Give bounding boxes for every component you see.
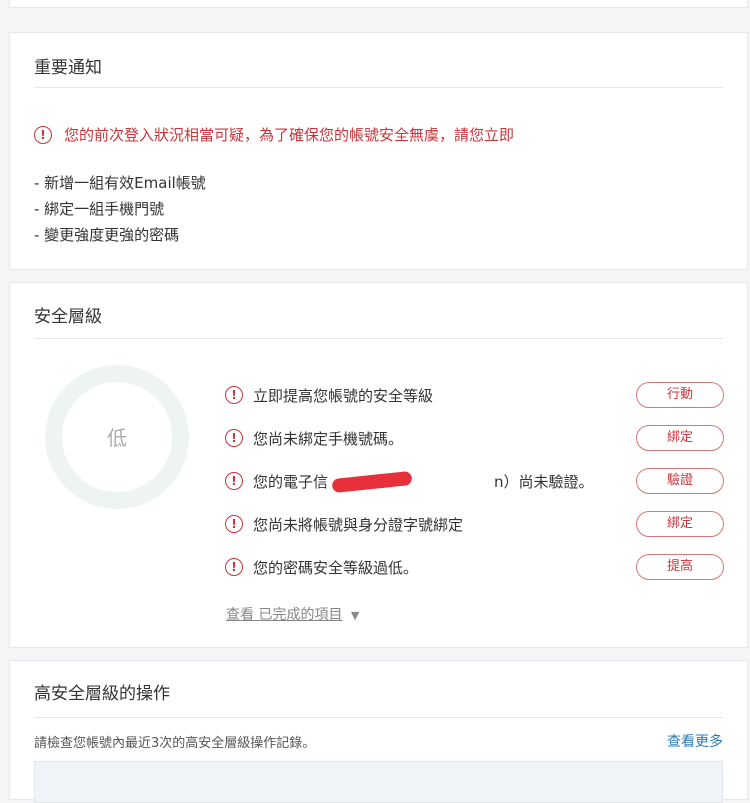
email-text-suffix: n）尚未驗證。	[494, 472, 594, 491]
high-ops-card: 高安全層級的操作 請檢查您帳號內最近3次的高安全層級操作記錄。 查看更多	[9, 660, 748, 803]
warning-icon: !	[225, 386, 243, 404]
notice-item: - 綁定一組手機門號	[34, 200, 165, 218]
security-row: ! 您尚未將帳號與身分證字號綁定	[225, 511, 463, 537]
improve-password-button[interactable]: 提高	[636, 554, 724, 580]
notice-divider	[34, 87, 723, 88]
security-row-text: 您尚未將帳號與身分證字號綁定	[253, 515, 464, 534]
redacted-email-mark	[331, 470, 413, 494]
chevron-down-icon: ▼	[350, 609, 360, 622]
notice-title: 重要通知	[34, 58, 102, 78]
notice-item: - 新增一組有效Email帳號	[34, 174, 206, 192]
notice-item: - 變更強度更強的密碼	[34, 226, 180, 244]
email-text-prefix: 您的電子信	[253, 472, 329, 491]
action-button[interactable]: 行動	[636, 382, 724, 408]
security-row: ! 您的密碼安全等級過低。	[225, 554, 418, 580]
table-header	[34, 761, 723, 803]
security-row-text: 您的密碼安全等級過低。	[253, 558, 419, 577]
high-ops-divider	[34, 717, 723, 718]
bind-phone-button[interactable]: 綁定	[636, 425, 724, 451]
security-divider	[34, 338, 723, 339]
security-level-ring: 低	[45, 365, 189, 509]
notice-card: 重要通知 ! 您的前次登入狀況相當可疑，為了確保您的帳號安全無虞，請您立即 - …	[9, 32, 748, 270]
warning-icon: !	[225, 429, 243, 447]
security-row-text: 立即提高您帳號的安全等級	[253, 386, 434, 405]
warning-icon: !	[225, 472, 243, 490]
security-title: 安全層級	[34, 307, 102, 327]
verify-email-button[interactable]: 驗證	[636, 468, 724, 494]
security-row: ! 您尚未綁定手機號碼。	[225, 425, 403, 451]
bind-id-button[interactable]: 綁定	[636, 511, 724, 537]
security-row: ! 您的電子信 n）尚未驗證。	[225, 468, 594, 494]
high-ops-description: 請檢查您帳號內最近3次的高安全層級操作記錄。	[34, 736, 316, 751]
view-completed-text: 查看 已完成的項目	[226, 607, 343, 623]
security-card: 安全層級 低 ! 立即提高您帳號的安全等級 行動 ! 您尚未綁定手機號碼。 綁定…	[9, 282, 748, 648]
view-more-link[interactable]: 查看更多	[667, 731, 723, 751]
warning-icon: !	[225, 515, 243, 533]
high-ops-title: 高安全層級的操作	[34, 684, 170, 704]
security-row-text: 您的電子信 n）尚未驗證。	[253, 470, 594, 494]
security-row: ! 立即提高您帳號的安全等級	[225, 382, 433, 408]
warning-icon: !	[34, 125, 52, 144]
view-completed-link[interactable]: 查看 已完成的項目 ▼	[226, 604, 359, 624]
warning-icon: !	[225, 558, 243, 576]
security-level-label: 低	[107, 426, 127, 450]
security-row-text: 您尚未綁定手機號碼。	[253, 429, 404, 448]
notice-alert-text: 您的前次登入狀況相當可疑，為了確保您的帳號安全無虞，請您立即	[64, 126, 515, 144]
top-card	[9, 0, 748, 8]
notice-alert: ! 您的前次登入狀況相當可疑，為了確保您的帳號安全無虞，請您立即	[34, 124, 514, 145]
